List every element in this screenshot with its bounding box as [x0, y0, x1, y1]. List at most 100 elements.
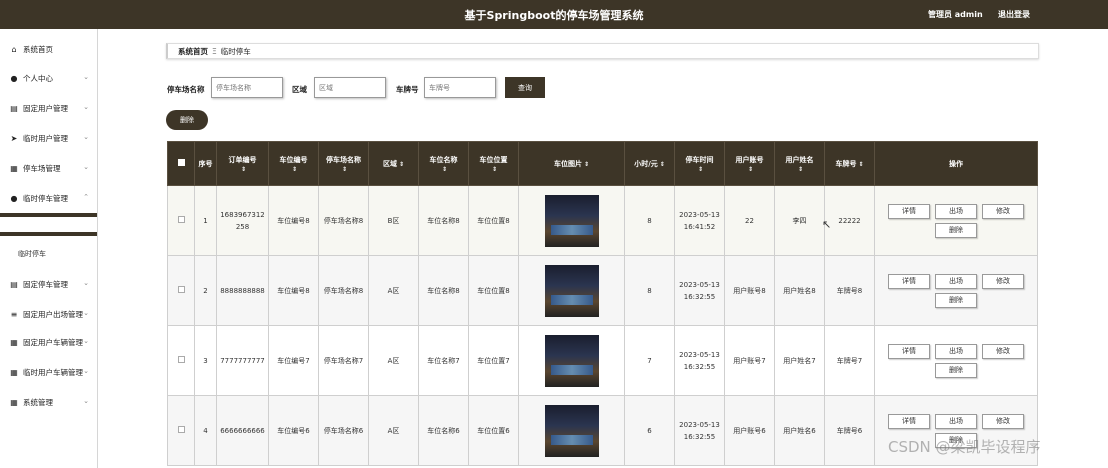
col-account[interactable]: 用户账号 ⇕ [724, 141, 775, 186]
parking-spot-image[interactable] [544, 334, 599, 387]
detail-button[interactable]: 详情 [888, 273, 930, 289]
breadcrumb-home[interactable]: 系统首页 [178, 46, 208, 57]
cell-area: A区 [368, 395, 419, 466]
bulk-delete-button[interactable]: 删除 [166, 110, 208, 130]
detail-button[interactable]: 详情 [888, 413, 930, 429]
submenu-item-temp-parking[interactable]: 临时停车 [0, 247, 97, 261]
row-checkbox[interactable] [167, 325, 195, 396]
cell-user-name: 用户姓名7 [774, 325, 825, 396]
cell-account: 用户账号8 [724, 255, 775, 326]
top-bar: 基于Springboot的停车场管理系统 管理员 admin 退出登录 [0, 0, 1108, 29]
edit-button[interactable]: 修改 [982, 273, 1024, 289]
table-row: 2 8888888888 车位编号8 停车场名称8 A区 车位名称8 车位位置8 8 2023-… [167, 255, 1038, 326]
sidebar-item[interactable]: ● 临时停车管理 ⌃ [0, 190, 97, 206]
col-spot-name[interactable]: 车位名称 ⇕ [418, 141, 469, 186]
exit-button[interactable]: 出场 [935, 343, 977, 359]
edit-button[interactable]: 修改 [982, 203, 1024, 219]
col-spot-no[interactable]: 车位编号 ⇕ [268, 141, 319, 186]
exit-button[interactable]: 出场 [935, 273, 977, 289]
col-area[interactable]: 区域 ⇕ [368, 141, 419, 186]
sidebar-item[interactable]: ● 个人中心 ⌄ [0, 70, 97, 86]
cell-spot-image [518, 255, 625, 326]
parking-spot-image[interactable] [544, 404, 599, 457]
cell-spot-name: 车位名称7 [418, 325, 469, 396]
area-label: 区域 [292, 85, 307, 94]
grid-icon: ▦ [10, 337, 18, 347]
sidebar-item[interactable]: ▦ 临时用户车辆管理 ⌄ [0, 364, 97, 380]
sidebar-item[interactable]: ▤ 固定用户管理 ⌄ [0, 100, 97, 116]
cell-park-time: 2023-05-13 16:32:55 [674, 395, 725, 466]
sort-icon: ⇕ [697, 165, 704, 173]
row-checkbox[interactable] [167, 255, 195, 326]
plate-label: 车牌号 [396, 85, 419, 94]
sidebar-item[interactable]: ▦ 停车场管理 ⌄ [0, 160, 97, 176]
sidebar-item[interactable]: ▦ 系统管理 ⌄ [0, 394, 97, 410]
area-input[interactable] [314, 77, 386, 98]
cell-price: 8 [624, 185, 675, 256]
cell-user-name: 李四 [774, 185, 825, 256]
cell-order-no: 6666666666 [216, 395, 269, 466]
row-checkbox[interactable] [167, 185, 195, 256]
plate-input[interactable] [424, 77, 496, 98]
lot-name-input[interactable] [211, 77, 283, 98]
cell-account: 22 [724, 185, 775, 256]
query-button[interactable]: 查询 [505, 77, 545, 98]
parking-spot-image[interactable] [544, 194, 599, 247]
submenu-item-label: 临时停车 [18, 250, 46, 258]
col-price[interactable]: 小时/元 ⇕ [624, 141, 675, 186]
exit-button[interactable]: 出场 [935, 413, 977, 429]
grid-icon: ▦ [10, 367, 18, 377]
col-park-time[interactable]: 停车时间 ⇕ [674, 141, 725, 186]
chevron-down-icon: ⌄ [83, 73, 89, 81]
parking-spot-image[interactable] [544, 264, 599, 317]
cell-spot-name: 车位名称8 [418, 255, 469, 326]
sort-icon: ⇕ [858, 160, 864, 168]
send-icon: ➤ [10, 133, 18, 143]
detail-button[interactable]: 详情 [888, 343, 930, 359]
table-row: 1 1683967312258 车位编号8 停车场名称8 B区 车位名称8 车位位置8 8 20… [167, 185, 1038, 256]
logout-link[interactable]: 退出登录 [998, 9, 1030, 20]
submenu-highlight [0, 213, 97, 217]
person-icon: ● [10, 73, 18, 83]
cell-user-name: 用户姓名6 [774, 395, 825, 466]
sidebar-item[interactable]: ➤ 临时用户管理 ⌄ [0, 130, 97, 146]
col-user-name[interactable]: 用户姓名 ⇕ [774, 141, 825, 186]
col-plate[interactable]: 车牌号 ⇕ [824, 141, 875, 186]
sidebar-item-label: 个人中心 [23, 73, 53, 83]
sort-icon: ⇕ [291, 165, 298, 173]
cell-area: B区 [368, 185, 419, 256]
select-all-checkbox[interactable] [167, 141, 195, 186]
exit-button[interactable]: 出场 [935, 203, 977, 219]
cell-plate: 车牌号6 [824, 395, 875, 466]
delete-button[interactable]: 删除 [935, 222, 977, 238]
cell-park-time: 2023-05-13 16:32:55 [674, 255, 725, 326]
location-icon: ● [10, 193, 18, 203]
home-icon: ⌂ [11, 44, 17, 54]
delete-button[interactable]: 删除 [935, 292, 977, 308]
sidebar-item[interactable]: ⌂ 系统首页 [0, 41, 97, 57]
edit-button[interactable]: 修改 [982, 343, 1024, 359]
cell-park-time: 2023-05-13 16:32:55 [674, 325, 725, 396]
row-checkbox[interactable] [167, 395, 195, 466]
breadcrumb-current: 临时停车 [220, 46, 251, 56]
sidebar-item[interactable]: ▤ 固定停车管理 ⌄ [0, 276, 97, 292]
sort-icon: ⇕ [398, 160, 405, 168]
sidebar-item[interactable]: ▦ 固定用户车辆管理 ⌄ [0, 334, 97, 350]
cell-order-no: 8888888888 [216, 255, 269, 326]
cell-spot-image [518, 185, 625, 256]
table-header-row: 序号 订单编号 ⇕ 车位编号 ⇕ 停车场名称 ⇕ 区域 ⇕ 车位名称 ⇕ 车位位置 ⇕ 车位… [167, 141, 1038, 186]
cell-spot-no: 车位编号8 [268, 185, 319, 256]
cell-spot-no: 车位编号8 [268, 255, 319, 326]
col-spot-image[interactable]: 车位图片 ⇕ [518, 141, 625, 186]
sort-icon: ⇕ [797, 165, 804, 173]
watermark: CSDN @梁凯毕设程序 [888, 438, 1041, 456]
chevron-down-icon: ⌄ [83, 337, 89, 345]
detail-button[interactable]: 详情 [888, 203, 930, 219]
col-order-no[interactable]: 订单编号 ⇕ [216, 141, 269, 186]
delete-button[interactable]: 删除 [935, 362, 977, 378]
col-lot-name[interactable]: 停车场名称 ⇕ [318, 141, 369, 186]
sidebar-item[interactable]: ≡ 固定用户出场管理 ⌄ [0, 306, 97, 322]
col-spot-position[interactable]: 车位位置 ⇕ [468, 141, 519, 186]
edit-button[interactable]: 修改 [982, 413, 1024, 429]
sidebar-item-label: 临时停车管理 [23, 193, 68, 203]
